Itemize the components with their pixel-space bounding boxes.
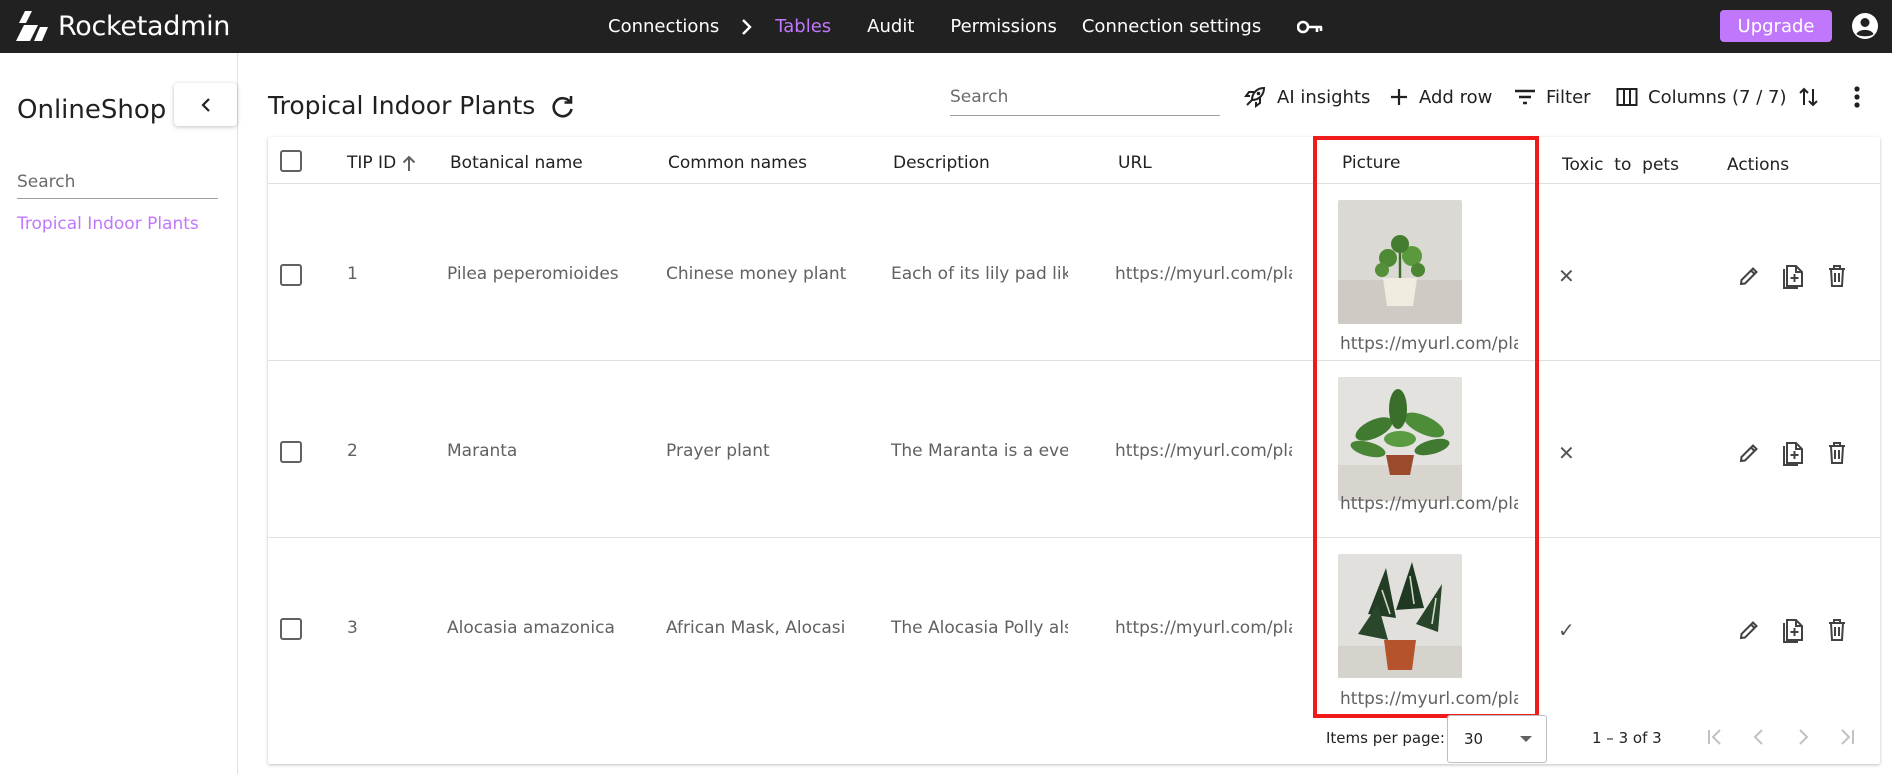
arrow-up-icon [402,155,416,171]
table-row[interactable]: 1 Pilea peperomioides Chinese money plan… [268,184,1880,361]
plus-icon [1391,89,1407,105]
table-search-input[interactable] [950,78,1220,116]
nav-tables[interactable]: Tables [775,16,831,37]
edit-icon[interactable] [1734,261,1764,291]
cell-url: https://myurl.com/pla [1115,618,1292,638]
header-url[interactable]: URL [1118,150,1152,176]
refresh-icon[interactable] [550,94,576,120]
cell-toxic-to-pets: ✕ [1558,441,1575,465]
cell-description: The Maranta is a ever [891,441,1068,461]
nav-connection-settings[interactable]: Connection settings [1082,16,1261,37]
plant-picture-pilea [1338,200,1462,324]
cell-url: https://myurl.com/pla [1115,441,1292,461]
table-row[interactable]: 2 Maranta Prayer plant The Maranta is a … [268,361,1880,538]
picture-url: https://myurl.com/pla [1340,494,1518,514]
brand[interactable]: Rocketadmin [16,9,230,43]
key-icon[interactable] [1297,20,1323,34]
next-page-icon[interactable] [1790,724,1816,750]
nav-permissions[interactable]: Permissions [950,16,1056,37]
collapse-sidebar-button[interactable] [174,83,237,126]
brand-name: Rocketadmin [58,10,231,42]
picture-url: https://myurl.com/pla [1340,689,1518,709]
duplicate-icon[interactable] [1778,261,1808,291]
header-picture[interactable]: Picture [1342,150,1400,176]
edit-icon[interactable] [1734,615,1764,645]
row-checkbox[interactable] [280,441,302,463]
rocket-icon [1244,86,1266,108]
filter-label: Filter [1546,86,1591,108]
cell-botanical-name: Alocasia amazonica [447,618,615,638]
header-actions: Actions [1727,155,1790,175]
ai-insights-button[interactable]: AI insights [1243,82,1370,112]
cell-tip-id: 3 [347,618,358,638]
top-bar: Rocketadmin Connections Tables Audit Per… [0,0,1892,53]
add-row-button[interactable]: Add row [1389,82,1492,112]
plant-picture-alocasia [1338,554,1462,678]
items-per-page-select[interactable]: 30 [1447,715,1547,763]
header-tip-id[interactable]: TIP ID [347,150,416,176]
cell-tip-id: 2 [347,441,358,461]
table-row[interactable]: 3 Alocasia amazonica African Mask, Aloca… [268,538,1880,715]
filter-icon [1515,89,1535,105]
nav-audit[interactable]: Audit [867,16,914,37]
plant-picture-maranta [1338,377,1462,501]
header-tip-id-label: TIP ID [347,153,397,173]
sidebar-item-tropical-indoor-plants[interactable]: Tropical Indoor Plants [17,214,199,234]
header-description[interactable]: Description [893,150,990,176]
cell-common-names: Prayer plant [666,441,770,461]
header-common-names[interactable]: Common names [668,150,807,176]
select-all-checkbox[interactable] [280,150,302,172]
cell-description: Each of its lily pad like [891,264,1068,284]
delete-icon[interactable] [1822,615,1852,645]
delete-icon[interactable] [1822,261,1852,291]
sort-icon[interactable] [1794,82,1824,112]
data-table: TIP ID Botanical name Common names Descr… [268,137,1880,764]
first-page-icon[interactable] [1702,724,1728,750]
connection-title: OnlineShop [17,95,167,125]
row-checkbox[interactable] [280,618,302,640]
delete-icon[interactable] [1822,438,1852,468]
cell-tip-id: 1 [347,264,358,284]
items-per-page-label: Items per page: [1326,729,1445,747]
more-vert-icon[interactable] [1842,82,1872,112]
columns-icon [1616,88,1638,106]
rocketadmin-logo-icon [16,11,48,41]
items-per-page-value: 30 [1464,730,1484,748]
header-toxic-to-pets[interactable]: Toxic to pets [1562,152,1679,178]
last-page-icon[interactable] [1834,724,1860,750]
account-icon[interactable] [1851,12,1879,40]
ai-insights-label: AI insights [1277,86,1371,108]
nav-connections[interactable]: Connections [608,16,719,37]
cell-description: The Alocasia Polly als [891,618,1068,638]
columns-label: Columns (7 / 7) [1648,86,1787,108]
cell-botanical-name: Maranta [447,441,518,461]
chevron-left-icon [200,97,210,112]
duplicate-icon[interactable] [1778,438,1808,468]
upgrade-button[interactable]: Upgrade [1720,10,1832,42]
cell-botanical-name: Pilea peperomioides [447,264,619,284]
pagination-range: 1 – 3 of 3 [1592,729,1662,747]
sidebar: OnlineShop Tropical Indoor Plants [0,53,238,774]
cell-url: https://myurl.com/pla [1115,264,1292,284]
previous-page-icon[interactable] [1746,724,1772,750]
add-row-label: Add row [1419,86,1493,108]
header-botanical-name[interactable]: Botanical name [450,150,583,176]
edit-icon[interactable] [1734,438,1764,468]
cell-common-names: Chinese money plant [666,264,847,284]
sidebar-search-input[interactable] [17,165,218,199]
row-checkbox[interactable] [280,264,302,286]
chevron-right-icon [741,18,753,36]
caret-down-icon [1520,736,1532,742]
columns-button[interactable]: Columns (7 / 7) [1616,82,1787,112]
cell-common-names: African Mask, Alocasi [666,618,844,638]
filter-button[interactable]: Filter [1514,82,1591,112]
cell-toxic-to-pets: ✕ [1558,264,1575,288]
cell-toxic-to-pets: ✓ [1558,618,1575,642]
main-nav: Connections Tables Audit Permissions Con… [608,0,1323,53]
picture-url: https://myurl.com/pla [1340,334,1518,354]
duplicate-icon[interactable] [1778,615,1808,645]
page-title: Tropical Indoor Plants [268,91,536,120]
